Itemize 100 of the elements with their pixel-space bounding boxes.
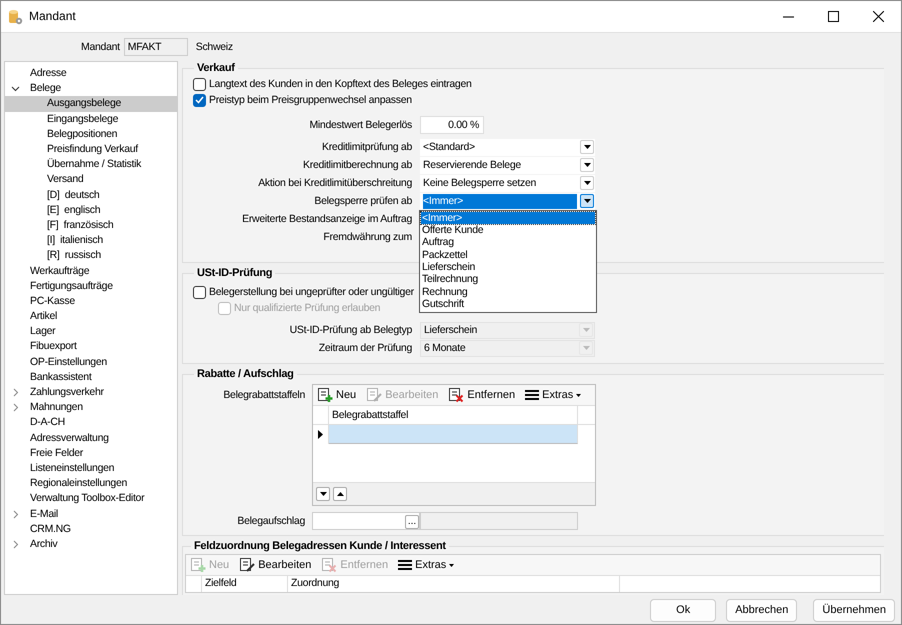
dropdown-option[interactable]: Auftrag — [421, 236, 595, 249]
tree-item[interactable]: Verwaltung Toolbox-Editor — [5, 491, 177, 506]
field-label: Belegrabattstaffeln — [222, 388, 305, 403]
dropdown-option[interactable]: Teilrechnung — [421, 273, 595, 286]
mandant-name: Schweiz — [196, 40, 233, 54]
dropdown-option[interactable]: Rechnung — [421, 286, 595, 298]
dropdown-field[interactable]: Reservierende Belege — [420, 156, 595, 174]
dropdown-option[interactable]: Offerte Kunde — [421, 224, 595, 236]
up-arrow-icon — [336, 492, 344, 496]
caret-icon — [584, 145, 590, 149]
dropdown-option[interactable]: Lieferschein — [421, 261, 595, 274]
tree-item[interactable]: Versand — [5, 172, 177, 188]
checkbox[interactable] — [193, 94, 206, 106]
tree-item[interactable]: Freie Felder — [5, 446, 177, 461]
field-label: Fremdwährung zum — [322, 230, 412, 244]
tree-item[interactable]: E-Mail — [5, 506, 177, 522]
toolbar-button[interactable]: Neu — [317, 387, 356, 403]
dropdown-field[interactable]: Keine Belegsperre setzen — [420, 174, 595, 192]
browse-button[interactable]: ... — [405, 515, 419, 529]
toolbar-button[interactable]: Bearbeiten — [239, 557, 312, 573]
tree-item[interactable]: [D] deutsch — [5, 188, 177, 203]
tree-item[interactable]: [E] englisch — [5, 202, 177, 218]
tree-item[interactable]: [R] russisch — [5, 248, 177, 264]
checkbox[interactable] — [193, 78, 206, 90]
field-label: USt-ID-Prüfung ab Belegtyp — [288, 322, 412, 338]
tree-item[interactable]: Fertigungsaufträge — [5, 278, 177, 294]
menu-icon[interactable] — [398, 559, 412, 571]
tree-item[interactable]: Übernahme / Statistik — [5, 157, 177, 172]
delete-document-icon[interactable] — [448, 387, 464, 403]
move-up-button[interactable] — [333, 487, 347, 501]
input-field[interactable]: ... — [312, 512, 420, 530]
dialog-button[interactable]: Übernehmen — [813, 599, 895, 622]
maximize-icon[interactable] — [828, 11, 839, 22]
tree-item[interactable]: Bankassistent — [5, 370, 177, 385]
toolbar-button[interactable]: Entfernen — [448, 387, 516, 403]
tree-item[interactable]: [I] italienisch — [5, 233, 177, 248]
window-title: Mandant — [29, 9, 76, 24]
tree-item[interactable]: Adresse — [5, 66, 177, 82]
dialog-button[interactable]: Abbrechen — [726, 599, 798, 622]
tree-item[interactable]: Werkaufträge — [5, 263, 177, 279]
caret-icon — [584, 163, 590, 167]
tree-item[interactable]: CRM.NG — [5, 522, 177, 537]
tree-item[interactable]: Belege — [5, 81, 177, 96]
number-field[interactable]: 0.00 % — [420, 116, 484, 134]
column-header: Zielfeld — [202, 576, 288, 592]
section-title: Feldzuordnung Belegadressen Kunde / Interessent — [193, 539, 447, 554]
dropdown-field[interactable]: <Standard> — [420, 138, 595, 156]
tree-item[interactable]: Belegpositionen — [5, 126, 177, 142]
toolbar-button[interactable]: Extras — [398, 558, 454, 572]
checkbox-label: Nur qualifizierte Prüfung erlauben — [234, 300, 380, 316]
check-icon — [195, 96, 204, 104]
app-icon — [7, 8, 23, 24]
caret-icon — [582, 346, 590, 350]
caret-icon — [584, 181, 590, 185]
tree-item[interactable]: OP-Einstellungen — [5, 354, 177, 370]
dropdown-option[interactable]: Gutschrift — [421, 298, 595, 311]
checkbox[interactable] — [193, 286, 206, 298]
tree-item[interactable]: Eingangsbelege — [5, 112, 177, 127]
dropdown-arrow-icon — [449, 564, 454, 566]
tree-item[interactable]: Ausgangsbelege — [5, 96, 177, 112]
mandant-field: MFAKT — [124, 38, 188, 56]
tree-item[interactable]: PC-Kasse — [5, 294, 177, 309]
tree-item[interactable]: Zahlungsverkehr — [5, 384, 177, 400]
expand-icon[interactable] — [11, 510, 20, 519]
caret-icon — [584, 199, 590, 203]
checkbox-label: Preistyp beim Preisgruppenwechsel anpassen — [209, 92, 412, 108]
down-arrow-icon — [320, 492, 326, 496]
tree-item[interactable]: Listeneinstellungen — [5, 460, 177, 476]
toolbar-button[interactable]: Extras — [525, 388, 582, 402]
tree-item[interactable]: Preisfindung Verkauf — [5, 142, 177, 158]
dropdown-option[interactable]: <Immer> — [421, 212, 595, 224]
tree-item[interactable]: Regionaleinstellungen — [5, 476, 177, 492]
new-document-icon[interactable] — [317, 387, 333, 403]
expand-icon[interactable] — [11, 540, 20, 549]
close-icon[interactable] — [873, 11, 884, 22]
checkbox-label: Belegerstellung bei ungeprüfter oder ungültiger — [209, 284, 414, 300]
field-label: Belegsperre prüfen ab — [313, 194, 412, 208]
tree-item[interactable]: Fibuexport — [5, 339, 177, 355]
field-label: Erweiterte Bestandsanzeige im Auftrag — [241, 212, 412, 226]
tree-item[interactable]: D-A-CH — [5, 415, 177, 430]
tree-item[interactable]: Archiv — [5, 536, 177, 552]
field-label: Aktion bei Kreditlimitüberschreitung — [257, 176, 412, 190]
tree-item[interactable]: [F] französisch — [5, 218, 177, 234]
tree-item[interactable]: Adressverwaltung — [5, 430, 177, 446]
section-title: Rabatte / Aufschlag — [196, 367, 295, 382]
field-label: Belegaufschlag — [236, 514, 305, 528]
collapse-icon[interactable] — [11, 84, 20, 94]
field-label: Mandant — [81, 40, 120, 54]
dialog-button[interactable]: Ok — [650, 599, 716, 622]
field-label: Mindestwert Belegerlös — [308, 118, 412, 132]
edit-document-icon[interactable] — [239, 557, 256, 573]
tree-item[interactable]: Lager — [5, 324, 177, 340]
dropdown-field[interactable]: <Immer> — [420, 192, 595, 210]
column-header: Belegrabattstaffel — [329, 406, 578, 424]
tree-item[interactable]: Mahnungen — [5, 400, 177, 416]
dropdown-option[interactable]: Packzettel — [421, 248, 595, 262]
field-label: Kreditlimitprüfung ab — [321, 140, 412, 154]
tree-item[interactable]: Artikel — [5, 309, 177, 324]
move-down-button[interactable] — [316, 487, 330, 501]
menu-icon[interactable] — [525, 389, 540, 401]
